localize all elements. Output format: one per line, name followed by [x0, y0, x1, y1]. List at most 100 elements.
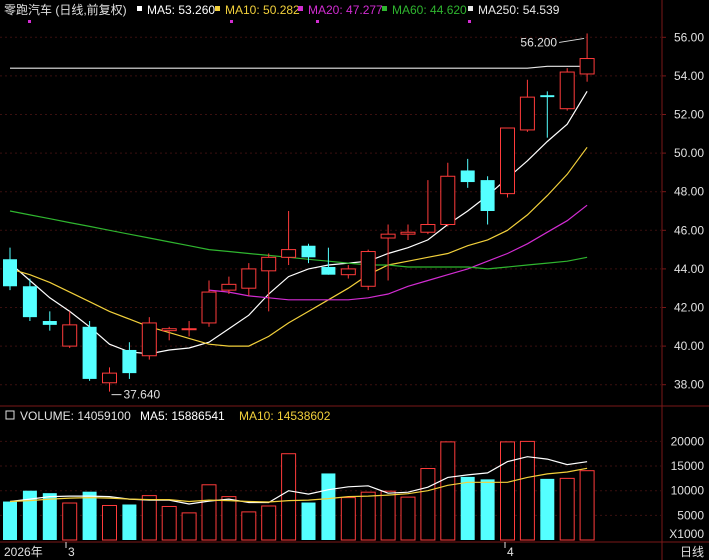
volume-bar[interactable]: [340, 497, 356, 541]
candle[interactable]: [141, 317, 157, 360]
volume-bar[interactable]: [261, 505, 277, 541]
price-tick-label: 56.00: [674, 30, 704, 44]
volume-bar[interactable]: [380, 490, 396, 541]
x-label-march: 3: [68, 545, 75, 559]
volume-bar[interactable]: [141, 495, 157, 541]
candle[interactable]: [480, 176, 495, 225]
candle-body: [62, 324, 78, 347]
volume-bar[interactable]: [181, 512, 197, 541]
volume-bar[interactable]: [540, 478, 555, 540]
candle-body: [360, 251, 376, 287]
candle[interactable]: [241, 263, 257, 296]
candle[interactable]: [540, 91, 555, 138]
candle[interactable]: [340, 265, 356, 279]
legend-dot: [468, 20, 471, 23]
volume-legend-volume: VOLUME: 14059100: [20, 409, 131, 423]
candle-body: [22, 286, 37, 318]
volume-bar[interactable]: [122, 504, 137, 540]
candle[interactable]: [400, 224, 416, 240]
volume-bar[interactable]: [440, 441, 456, 541]
volume-bar[interactable]: [241, 511, 257, 541]
candle-body: [42, 321, 57, 325]
volume-bar[interactable]: [301, 502, 316, 540]
volume-bar[interactable]: [62, 502, 78, 541]
price-panel[interactable]: 38.00 40.00 42.00 44.00 46.00 48.00 50.00 52.00…: [0, 30, 704, 402]
volume-unit: X1000: [669, 527, 704, 541]
candle-body: [261, 256, 277, 272]
candle[interactable]: [42, 311, 57, 331]
candle-body: [540, 95, 555, 98]
candle-body: [579, 58, 595, 75]
candle[interactable]: [519, 79, 535, 132]
volume-bar[interactable]: [102, 504, 117, 541]
candle[interactable]: [579, 33, 595, 82]
candle[interactable]: [460, 158, 475, 188]
candle-body: [181, 328, 197, 331]
legend-marker: [468, 6, 473, 11]
volume-panel[interactable]: 5000 10000 15000 20000: [0, 434, 705, 541]
candle-body: [141, 322, 157, 357]
volume-bar[interactable]: [3, 501, 17, 540]
candle-body: [321, 266, 336, 275]
candle-body: [480, 180, 495, 211]
candle[interactable]: [261, 253, 277, 312]
stock-name: 零跑汽车 (日线,前复权): [4, 2, 127, 17]
volume-bar[interactable]: [201, 484, 217, 541]
volume-bar[interactable]: [559, 477, 575, 541]
candle[interactable]: [559, 68, 575, 111]
candle-body: [340, 268, 356, 276]
volume-tick-label: 20000: [671, 434, 705, 448]
legend-marker: [215, 6, 220, 11]
volume-bar[interactable]: [579, 470, 595, 541]
candle-body: [122, 349, 137, 374]
legend-marker: [382, 6, 387, 11]
candle[interactable]: [420, 180, 436, 235]
candle-body: [3, 259, 17, 287]
candle-body: [380, 233, 396, 239]
volume-bar[interactable]: [500, 441, 515, 541]
volume-legend-ma5: MA5: 15886541: [140, 409, 225, 423]
volume-bar[interactable]: [480, 479, 495, 540]
candle-body: [201, 291, 217, 324]
volume-tick-label: 10000: [671, 484, 705, 498]
annotation-high: 56.200: [520, 35, 557, 49]
candle-body: [500, 127, 515, 195]
volume-bar[interactable]: [360, 491, 376, 541]
candle[interactable]: [281, 211, 297, 266]
candle[interactable]: [122, 342, 137, 379]
period-label[interactable]: 日线: [680, 545, 704, 559]
price-tick-label: 38.00: [674, 378, 704, 392]
candle[interactable]: [201, 280, 217, 327]
price-tick-label: 50.00: [674, 146, 704, 160]
volume-bar[interactable]: [321, 473, 336, 540]
candle[interactable]: [360, 249, 376, 291]
legend-ma20: MA20: 47.277: [308, 3, 383, 17]
volume-bar[interactable]: [82, 491, 97, 540]
volume-legend-marker: [5, 410, 15, 420]
annotation-arrow: [559, 37, 585, 43]
volume-bar[interactable]: [460, 476, 475, 540]
chart-frame: [0, 0, 709, 560]
volume-bar[interactable]: [221, 496, 237, 541]
candle[interactable]: [82, 321, 97, 381]
legend-dot: [28, 20, 31, 23]
candle[interactable]: [440, 162, 456, 227]
candle-body: [559, 71, 575, 110]
candle[interactable]: [3, 247, 17, 291]
stock-chart[interactable]: 零跑汽车 (日线,前复权) MA5: 53.260 MA10: 50.282 MA2…: [0, 0, 709, 560]
volume-bar[interactable]: [42, 493, 57, 540]
volume-bar[interactable]: [161, 505, 177, 541]
volume-bar[interactable]: [420, 468, 436, 541]
candle[interactable]: [181, 321, 197, 337]
volume-bar[interactable]: [400, 496, 416, 541]
legend-marker: [137, 6, 142, 11]
candle[interactable]: [500, 127, 515, 198]
volume-legend: VOLUME: 14059100 MA5: 15886541 MA10: 14538…: [5, 409, 331, 423]
candle-body: [400, 231, 416, 235]
volume-bar[interactable]: [281, 453, 297, 541]
legend-ma5: MA5: 53.260: [147, 3, 215, 17]
candle[interactable]: [102, 367, 117, 392]
ma20-line: [208, 204, 588, 301]
price-legend: 零跑汽车 (日线,前复权) MA5: 53.260 MA10: 50.282 MA2…: [4, 2, 560, 23]
candle[interactable]: [62, 311, 78, 349]
